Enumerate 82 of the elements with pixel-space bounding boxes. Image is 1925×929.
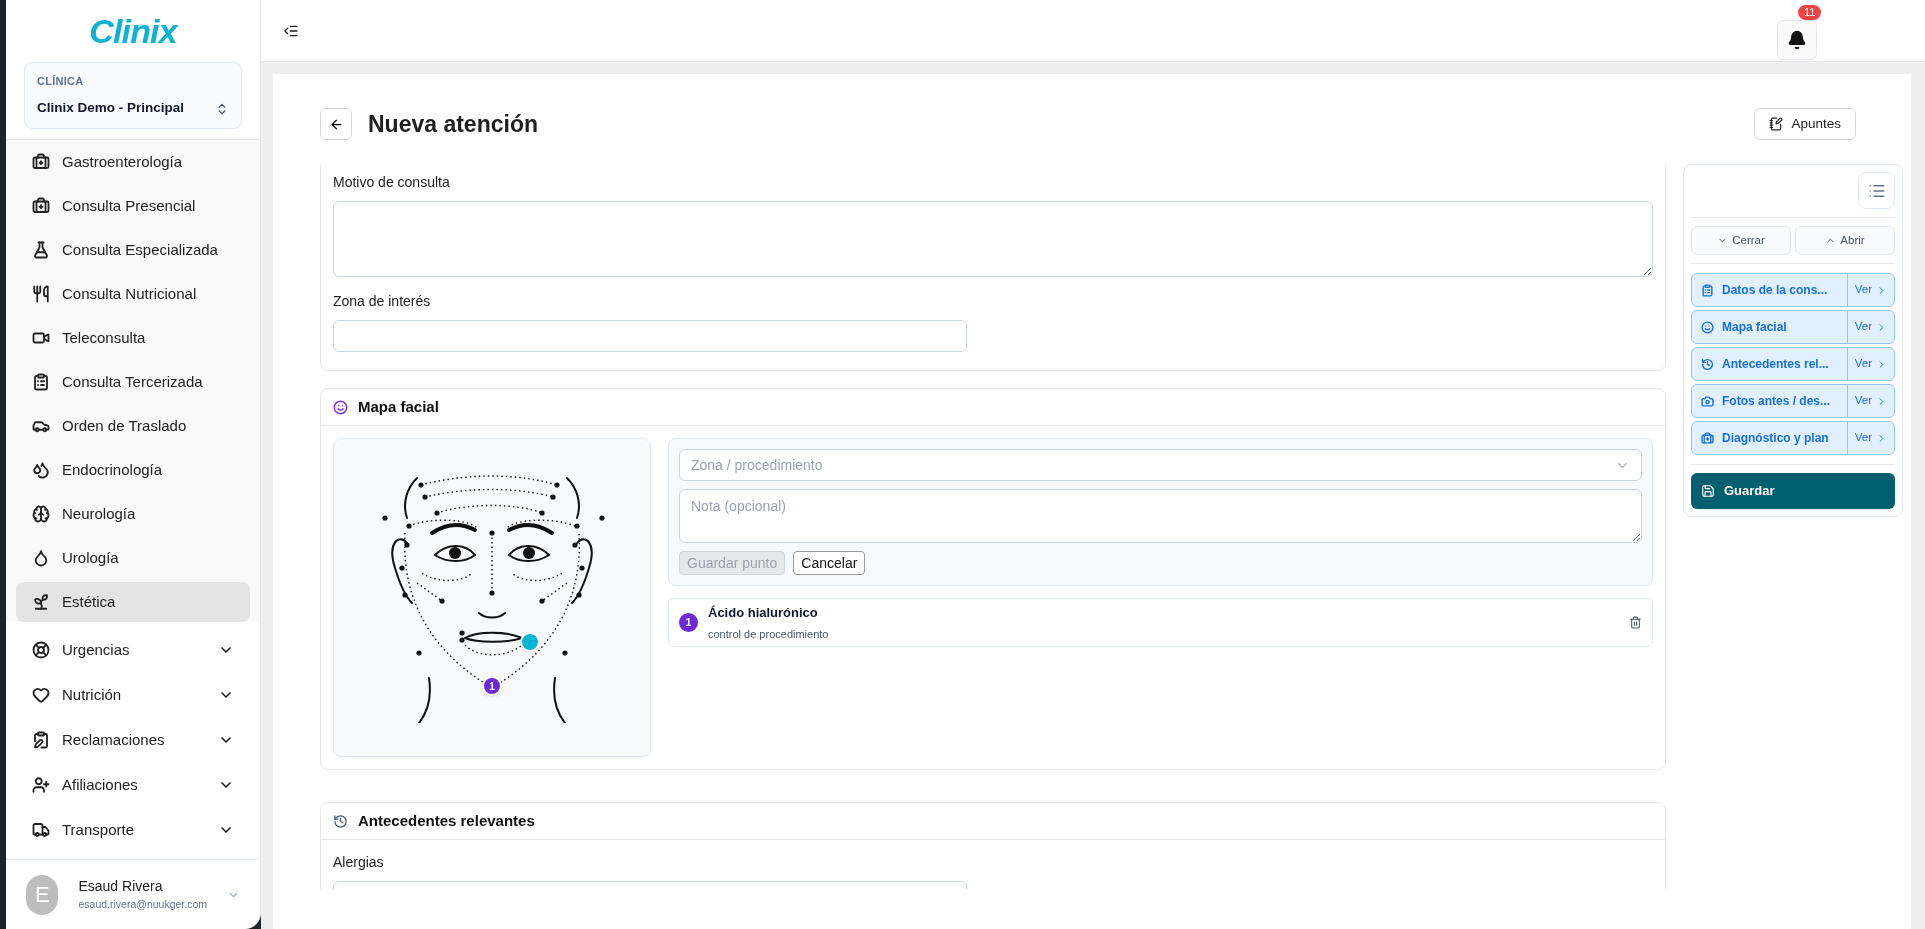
notes-button[interactable]: Apuntes <box>1754 108 1856 140</box>
field-label: Motivo de consulta <box>333 173 451 192</box>
sidebar-item[interactable]: Teleconsulta <box>16 317 250 358</box>
page-title: Nueva atención <box>368 109 539 139</box>
view-button[interactable]: Ver <box>1846 385 1894 417</box>
notification-badge: 11 <box>1798 4 1822 20</box>
user-avatar: E <box>26 874 59 915</box>
view-button[interactable]: Ver <box>1846 348 1894 380</box>
notifications-button[interactable] <box>1777 19 1817 60</box>
clinic-label: CLÍNICA <box>37 74 85 89</box>
sidebar-item[interactable]: Transporte <box>16 809 250 850</box>
section-icon <box>1701 283 1714 297</box>
expand-button[interactable]: Abrir <box>1795 226 1895 255</box>
sidebar-item[interactable]: Consulta Presencial <box>16 185 250 226</box>
bell-icon <box>1787 29 1807 50</box>
menu-item-icon <box>32 548 50 567</box>
menu-item-icon <box>32 640 50 659</box>
section-icon <box>1701 431 1714 445</box>
menu-item-icon <box>32 152 50 171</box>
sidebar-item[interactable]: Reclamaciones <box>16 719 250 760</box>
section-icon <box>1701 394 1714 408</box>
section-title: Antecedentes relevantes <box>358 810 535 831</box>
view-button[interactable]: Ver <box>1846 274 1894 306</box>
user-email: esaud.rivera@nuukger.com <box>78 897 207 913</box>
section-icon <box>1701 357 1714 371</box>
notes-icon <box>1769 117 1784 131</box>
clinic-selector[interactable]: CLÍNICA Clinix Demo - Principal <box>24 62 242 129</box>
field-label: Zona de interés <box>333 292 432 311</box>
back-button[interactable] <box>320 108 352 140</box>
menu-item-icon <box>32 730 50 749</box>
reason-field[interactable] <box>333 201 1653 277</box>
sidebar-item[interactable]: Urología <box>16 537 250 578</box>
point-marker[interactable]: 1 <box>482 676 502 696</box>
menu-item-icon <box>32 820 50 839</box>
zone-field[interactable] <box>333 320 967 352</box>
view-button[interactable]: Ver <box>1846 422 1894 454</box>
outline-link[interactable]: Mapa facial <box>1692 318 1847 336</box>
list-button[interactable] <box>1858 172 1895 209</box>
menu-item-icon <box>32 196 50 215</box>
point-row[interactable]: 1 Ácido hialurónico control de procedimiento <box>668 598 1653 647</box>
save-button[interactable]: Guardar <box>1691 473 1895 509</box>
point-note: control de procedimiento <box>708 626 830 642</box>
menu-item-icon <box>32 685 50 704</box>
outline-link[interactable]: Antecedentes rel... <box>1692 355 1847 373</box>
sidebar-item[interactable]: Endocrinología <box>16 449 250 490</box>
sidebar-item[interactable]: Afiliaciones <box>16 764 250 805</box>
cancel-button[interactable]: Cancelar <box>793 551 866 575</box>
note-field[interactable]: Nota (opcional) <box>679 489 1642 543</box>
clinic-name: Clinix Demo - Principal <box>37 98 186 117</box>
field-label: Alergias <box>333 853 385 872</box>
sidebar-item[interactable]: Consulta Especializada <box>16 229 250 270</box>
sidebar-item[interactable]: Estética <box>16 581 250 622</box>
sidebar-item[interactable]: Urgencias <box>16 629 250 670</box>
save-icon <box>1701 484 1715 498</box>
brand-logo: Clinix <box>89 10 177 52</box>
view-button[interactable]: Ver <box>1846 311 1894 343</box>
history-icon <box>333 813 348 829</box>
sidebar-item[interactable]: Neurología <box>16 493 250 534</box>
menu-item-icon <box>32 240 50 259</box>
menu-item-icon <box>32 592 50 611</box>
sidebar-item[interactable]: Consulta Tercerizada <box>16 361 250 402</box>
menu-item-icon <box>32 460 50 479</box>
outline-link[interactable]: Datos de la cons... <box>1692 281 1847 299</box>
delete-icon[interactable] <box>1629 616 1642 629</box>
menu-item-icon <box>32 775 50 794</box>
point-number: 1 <box>679 613 698 632</box>
section-icon <box>1701 320 1714 334</box>
user-name: Esaud Rivera <box>78 877 164 897</box>
outline-link[interactable]: Fotos antes / des... <box>1692 392 1847 410</box>
menu-item-icon <box>32 372 50 391</box>
sidebar-item[interactable]: Orden de Traslado <box>16 405 250 446</box>
section-title: Mapa facial <box>358 396 439 417</box>
sidebar-item[interactable]: Consulta Nutricional <box>16 273 250 314</box>
outline-link[interactable]: Diagnóstico y plan <box>1692 429 1847 447</box>
pending-marker[interactable] <box>520 632 540 652</box>
sidebar-item[interactable]: Gastroenterología <box>16 141 250 182</box>
menu-item-icon <box>32 284 50 303</box>
point-title: Ácido hialurónico <box>708 604 819 622</box>
menu-item-icon <box>32 504 50 523</box>
face-icon <box>333 399 348 415</box>
sidebar-item[interactable]: Nutrición <box>16 674 250 715</box>
collapse-button[interactable]: Cerrar <box>1691 226 1791 255</box>
